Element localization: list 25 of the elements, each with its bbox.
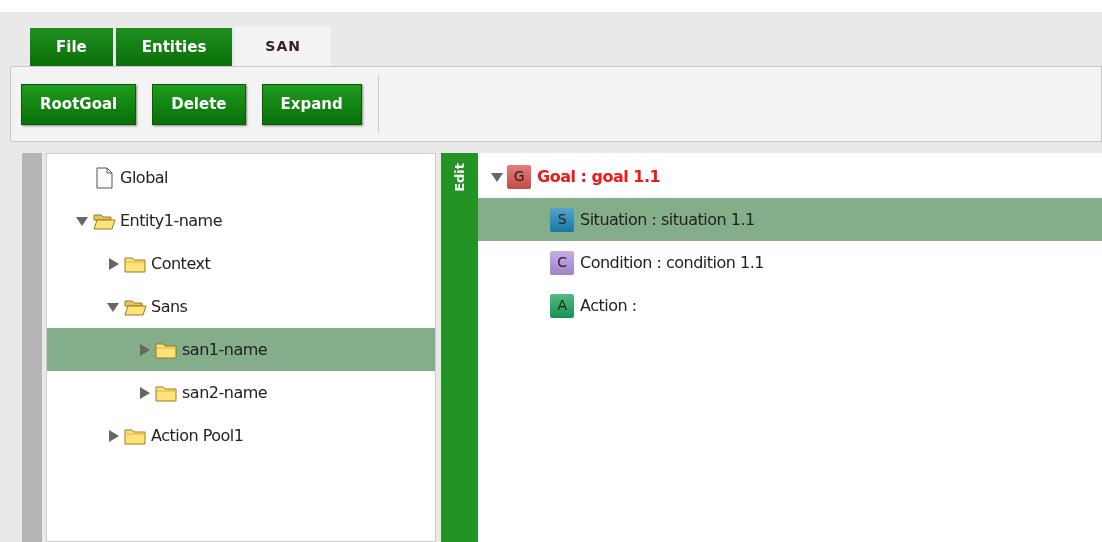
tab[interactable]: SAN <box>235 26 331 66</box>
toolbar-button[interactable]: RootGoal <box>21 83 137 125</box>
toolbar-button[interactable]: Expand <box>261 83 362 125</box>
tree-item[interactable]: G Goal : goal 1.1 <box>478 155 1102 198</box>
letter-badge: G <box>507 164 531 189</box>
letter-badge: S <box>550 207 574 232</box>
tree-item[interactable]: A Action : <box>478 284 1102 327</box>
tree-item[interactable]: Global <box>47 156 435 199</box>
letter-badge: A <box>550 293 574 318</box>
tree-item[interactable]: san1-name <box>47 328 435 371</box>
tree-item[interactable]: C Condition : condition 1.1 <box>478 241 1102 284</box>
tree-item[interactable]: Action Pool1 <box>47 414 435 457</box>
tree-item[interactable]: san2-name <box>47 371 435 414</box>
tree-item[interactable]: S Situation : situation 1.1 <box>478 198 1102 241</box>
expand-arrow-icon[interactable] <box>137 385 152 400</box>
edit-sidebar[interactable]: Edit <box>441 153 478 542</box>
tree-item[interactable]: Sans <box>47 285 435 328</box>
expand-arrow-icon[interactable] <box>106 428 121 443</box>
toolbar-button[interactable]: Delete <box>152 83 246 125</box>
tab[interactable]: File <box>30 28 113 66</box>
expand-arrow-icon[interactable] <box>106 256 121 271</box>
tab[interactable]: Entities <box>115 28 233 66</box>
tree-item[interactable]: Entity1-name <box>47 199 435 242</box>
letter-badge: C <box>550 250 574 275</box>
tree-item[interactable]: Context <box>47 242 435 285</box>
